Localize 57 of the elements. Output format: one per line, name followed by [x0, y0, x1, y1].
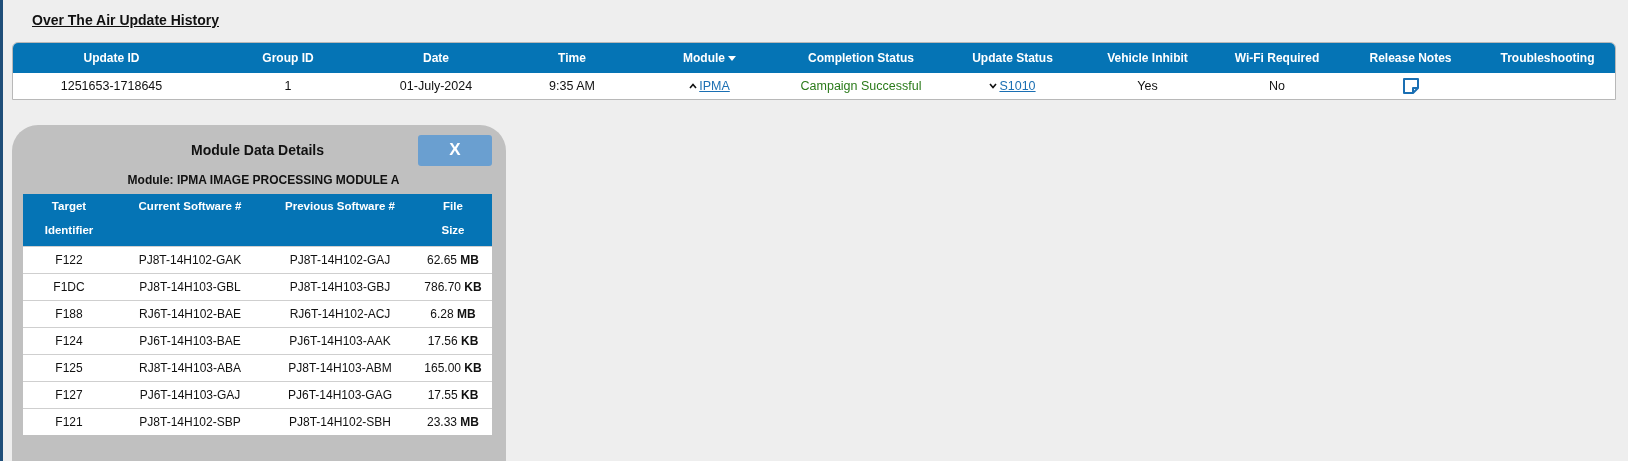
table-cell-text: PJ8T-14H102-SBH	[287, 415, 392, 429]
column-header[interactable]: Module	[638, 51, 781, 65]
column-header: Group ID	[261, 51, 315, 65]
table-cell-text: F1DC	[52, 280, 86, 294]
table-cell-text: 786.70 KB	[423, 280, 483, 294]
table-cell-text: PJ6T-14H103-GAG	[286, 388, 393, 402]
table-cell-text: PJ6T-14H103-AAK	[288, 334, 392, 348]
table-cell-text: PJ6T-14H103-BAE	[138, 334, 242, 348]
table-cell-text: 17.55 KB	[426, 388, 480, 402]
table-cell-text: No	[1268, 79, 1286, 93]
column-header: Date	[422, 51, 450, 65]
column-header: Previous Software #	[284, 199, 396, 214]
module-label: Module: IPMA IMAGE PROCESSING MODULE A	[126, 173, 401, 187]
table-cell-text: 6.28 MB	[429, 307, 477, 321]
column-header: Update Status	[971, 51, 1054, 65]
column-header: File Size	[440, 199, 466, 238]
column-header: Target Identifier	[43, 199, 95, 238]
update-status-link[interactable]: S1010	[999, 79, 1036, 93]
table-cell-text: PJ8T-14H102-GAJ	[288, 253, 392, 267]
table-cell-text: 01-July-2024	[398, 79, 474, 93]
table-cell-text: 17.56 KB	[426, 334, 480, 348]
table-cell-text: F127	[54, 388, 84, 402]
table-cell-text: F124	[54, 334, 84, 348]
column-header: Update ID	[82, 51, 141, 65]
table-cell-text: 9:35 AM	[548, 79, 596, 93]
table-cell-text: F122	[54, 253, 84, 267]
table-cell-text: RJ8T-14H103-ABA	[137, 361, 242, 375]
table-cell-text: F188	[54, 307, 84, 321]
table-cell-text: PJ8T-14H103-ABM	[287, 361, 393, 375]
table-cell-text: 1	[283, 79, 293, 93]
table-cell-text: RJ6T-14H102-ACJ	[288, 307, 392, 321]
table-cell-text: Campaign Successful	[799, 79, 923, 93]
column-header: Wi-Fi Required	[1233, 51, 1321, 65]
table-cell-text: Yes	[1136, 79, 1159, 93]
table-cell-text: 62.65 MB	[425, 253, 480, 267]
dialog-title: Module Data Details	[190, 142, 325, 158]
note-icon[interactable]	[1401, 77, 1420, 95]
column-header: Completion Status	[807, 51, 915, 65]
table-cell-text: PJ6T-14H103-GAJ	[138, 388, 242, 402]
table-cell-text: 1251653-1718645	[59, 79, 164, 93]
table-cell-text: F121	[54, 415, 84, 429]
close-button[interactable]: X	[418, 134, 492, 166]
table-cell-text: RJ6T-14H102-BAE	[137, 307, 242, 321]
column-header: Vehicle Inhibit	[1106, 51, 1189, 65]
column-header: Release Notes	[1368, 51, 1453, 65]
table-cell-text: 23.33 MB	[425, 415, 480, 429]
table-cell-text: F125	[54, 361, 84, 375]
module-link[interactable]: IPMA	[699, 79, 730, 93]
table-cell-text: 165.00 KB	[423, 361, 483, 375]
table-cell-text: PJ8T-14H103-GBL	[138, 280, 242, 294]
table-cell-text: PJ8T-14H102-GAK	[137, 253, 243, 267]
page-title: Over The Air Update History	[32, 12, 219, 28]
column-header: Troubleshooting	[1499, 51, 1596, 65]
table-cell-text: PJ8T-14H102-SBP	[138, 415, 242, 429]
table-cell-text: PJ8T-14H103-GBJ	[288, 280, 392, 294]
column-header: Time	[557, 51, 587, 65]
column-header: Current Software #	[137, 199, 243, 214]
